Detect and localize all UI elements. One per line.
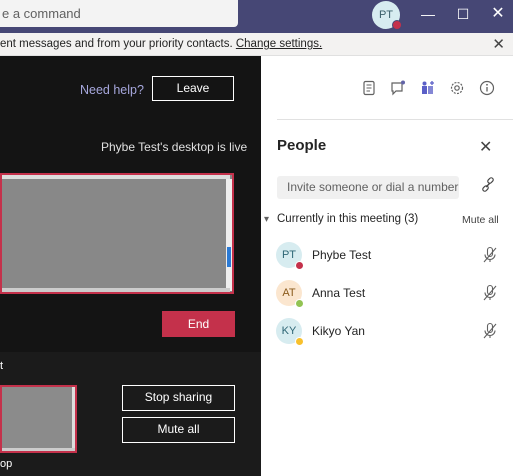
chat-icon[interactable] xyxy=(389,80,407,98)
participant-row[interactable]: KY Kikyo Yan xyxy=(261,318,513,346)
preview-top-strip xyxy=(2,175,230,179)
avatar-initials: PT xyxy=(378,9,394,21)
change-settings-link[interactable]: Change settings. xyxy=(236,38,322,50)
notes-icon[interactable] xyxy=(360,80,378,98)
preview-scrollbar xyxy=(226,179,232,291)
link-icon[interactable] xyxy=(480,177,496,196)
apps-icon[interactable] xyxy=(419,80,437,98)
in-meeting-section-header[interactable]: ▾ Currently in this meeting (3) Mute all xyxy=(261,213,513,231)
shared-screen-thumbnail xyxy=(0,385,77,453)
profile-avatar[interactable]: PT xyxy=(372,1,402,30)
mute-all-button[interactable]: Mute all xyxy=(122,417,235,443)
need-help-link[interactable]: Need help? xyxy=(80,83,144,97)
notification-banner: ent messages and from your priority cont… xyxy=(0,33,513,56)
panel-divider xyxy=(277,119,513,120)
participant-avatar: PT xyxy=(276,242,304,270)
thumbnail-edge xyxy=(72,387,75,451)
panel-label: t xyxy=(0,360,4,372)
participant-name: Anna Test xyxy=(312,286,366,300)
preview-accent xyxy=(227,247,231,267)
chevron-down-icon: ▾ xyxy=(264,214,270,225)
sharing-control-panel: t op Stop sharing Mute all xyxy=(0,352,261,476)
presence-status-icon xyxy=(295,261,304,270)
participant-row[interactable]: PT Phybe Test xyxy=(261,242,513,270)
panel-title: People xyxy=(277,137,327,154)
avatar-initials: PT xyxy=(281,249,297,261)
maximize-icon[interactable]: ☐ xyxy=(453,4,473,24)
mic-muted-icon[interactable] xyxy=(482,322,498,340)
section-label: Currently in this meeting (3) xyxy=(277,213,419,225)
mic-muted-icon[interactable] xyxy=(482,246,498,264)
presence-status-icon xyxy=(295,299,304,308)
sharing-status-text: Phybe Test's desktop is live xyxy=(101,140,248,154)
participant-row[interactable]: AT Anna Test xyxy=(261,280,513,308)
title-bar: e a command PT — ☐ ✕ xyxy=(0,0,513,33)
participant-avatar: KY xyxy=(276,318,304,346)
thumbnail-bottom xyxy=(2,448,75,451)
thumbnail-caption: op xyxy=(0,458,13,470)
meeting-stage: Need help? Leave Phybe Test's desktop is… xyxy=(0,56,261,352)
avatar-initials: AT xyxy=(282,287,296,299)
minimize-icon[interactable]: — xyxy=(418,4,438,24)
people-panel: People ✕ Invite someone or dial a number… xyxy=(261,56,513,476)
invite-input[interactable]: Invite someone or dial a number xyxy=(277,176,459,199)
close-icon[interactable]: ✕ xyxy=(488,4,508,24)
preview-bottom-strip xyxy=(2,288,230,292)
leave-button[interactable]: Leave xyxy=(152,76,234,101)
banner-text: ent messages and from your priority cont… xyxy=(0,38,236,50)
participant-name: Phybe Test xyxy=(312,248,372,262)
close-panel-icon[interactable]: ✕ xyxy=(479,137,492,157)
shared-screen-preview xyxy=(0,173,234,294)
avatar-initials: KY xyxy=(281,325,297,337)
participant-avatar: AT xyxy=(276,280,304,308)
settings-icon[interactable] xyxy=(448,80,466,98)
info-icon[interactable] xyxy=(478,80,496,98)
presence-busy-icon xyxy=(392,20,402,30)
command-search-box[interactable]: e a command xyxy=(0,0,238,27)
stop-sharing-button[interactable]: Stop sharing xyxy=(122,385,235,411)
participant-name: Kikyo Yan xyxy=(312,324,365,338)
close-banner-icon[interactable]: ✕ xyxy=(492,34,505,56)
presence-status-icon xyxy=(295,337,304,346)
end-button[interactable]: End xyxy=(162,311,235,337)
mute-all-link[interactable]: Mute all xyxy=(462,214,499,226)
mic-muted-icon[interactable] xyxy=(482,284,498,302)
